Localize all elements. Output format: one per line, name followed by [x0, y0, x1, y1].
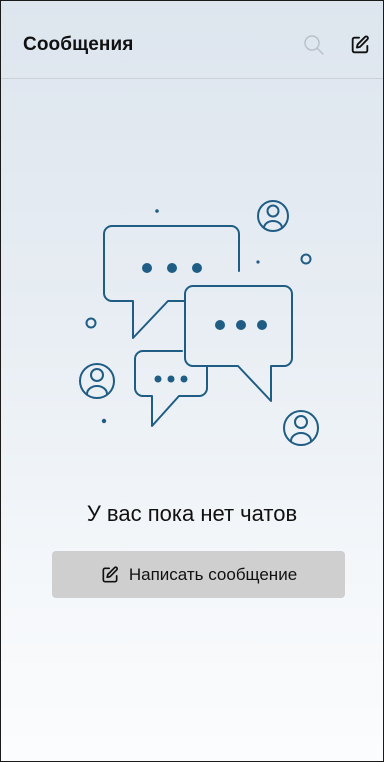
avatar-icon — [283, 410, 319, 446]
avatar-icon — [257, 200, 289, 232]
header-bar: Сообщения — [1, 1, 383, 79]
chat-bubbles-illustration — [79, 200, 319, 446]
small-speech-bubble — [134, 350, 208, 427]
write-message-label: Написать сообщение — [128, 564, 298, 584]
empty-state-message: У вас пока нет чатов — [86, 501, 298, 526]
compose-icon — [102, 565, 118, 582]
messages-screen: Сообщения У вас пока нет чатов Написать … — [0, 0, 384, 762]
write-message-button[interactable]: Написать сообщение — [52, 551, 345, 598]
search-icon — [304, 35, 324, 55]
right-speech-bubble — [184, 285, 293, 402]
decor-ring — [85, 317, 97, 329]
decor-ring — [300, 253, 312, 265]
compose-icon — [351, 35, 369, 54]
avatar-icon — [79, 363, 115, 399]
page-title: Сообщения — [23, 34, 134, 55]
compose-button[interactable] — [346, 31, 374, 59]
search-button[interactable] — [300, 31, 328, 59]
